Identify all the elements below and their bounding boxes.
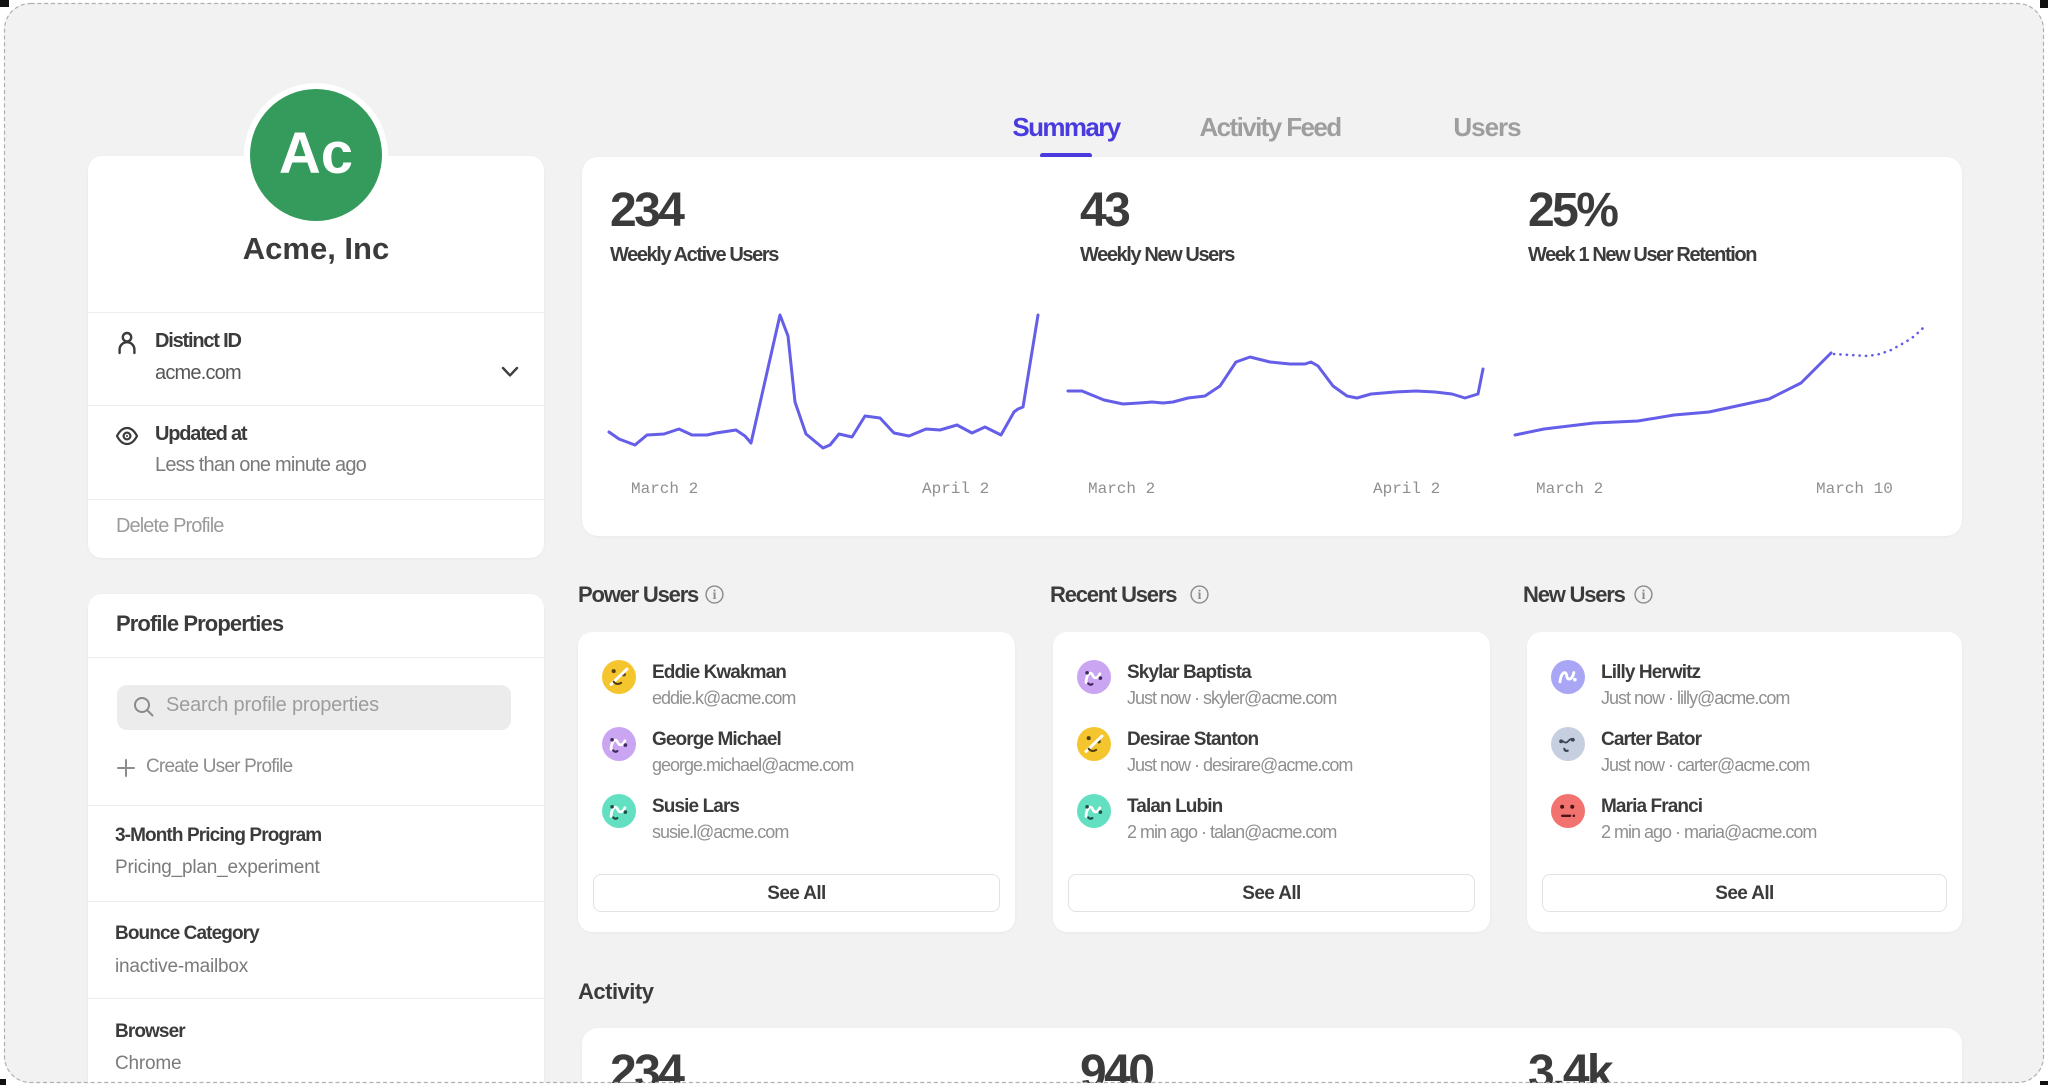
svg-text:i: i: [1198, 587, 1202, 602]
svg-text:i: i: [1642, 587, 1646, 602]
svg-text:i: i: [713, 587, 717, 602]
